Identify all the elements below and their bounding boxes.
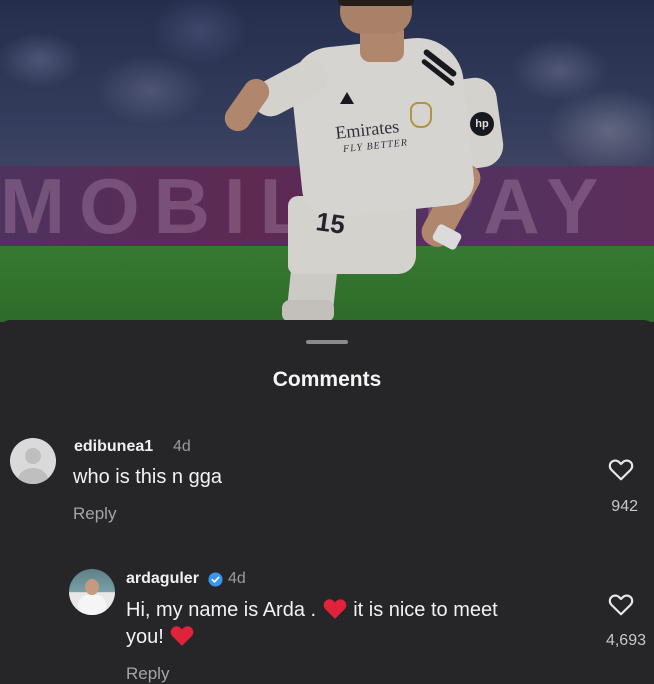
comment-text: who is this n gga <box>73 466 222 488</box>
heart-icon[interactable] <box>608 457 634 481</box>
comment-time: 4d <box>173 438 191 455</box>
comment-username[interactable]: edibunea1 <box>74 438 153 456</box>
red-heart-emoji-icon <box>171 626 194 646</box>
post-photo: MOBILE PAY Emirates FLY BETTER hp 15 <box>0 0 654 322</box>
comments-sheet: Comments edibunea1 4d who is this n gga … <box>0 320 654 683</box>
comment-username[interactable]: ardaguler <box>126 570 199 588</box>
comment-text-line2: you! <box>126 623 195 651</box>
reply-button[interactable]: Reply <box>126 664 169 684</box>
like-count: 4,693 <box>605 632 646 649</box>
like-count: 942 <box>611 498 638 515</box>
heart-icon[interactable] <box>608 592 634 616</box>
red-heart-emoji-icon <box>323 599 346 619</box>
comment-text: Hi, my name is Arda . it is nice to meet <box>126 596 498 624</box>
sheet-drag-handle[interactable] <box>306 340 348 344</box>
comment-time: 4d <box>228 570 246 587</box>
avatar[interactable] <box>69 569 115 615</box>
reply-button[interactable]: Reply <box>73 504 116 524</box>
verified-badge-icon <box>208 572 223 587</box>
default-avatar-icon[interactable] <box>10 438 56 484</box>
sheet-title: Comments <box>272 368 382 391</box>
